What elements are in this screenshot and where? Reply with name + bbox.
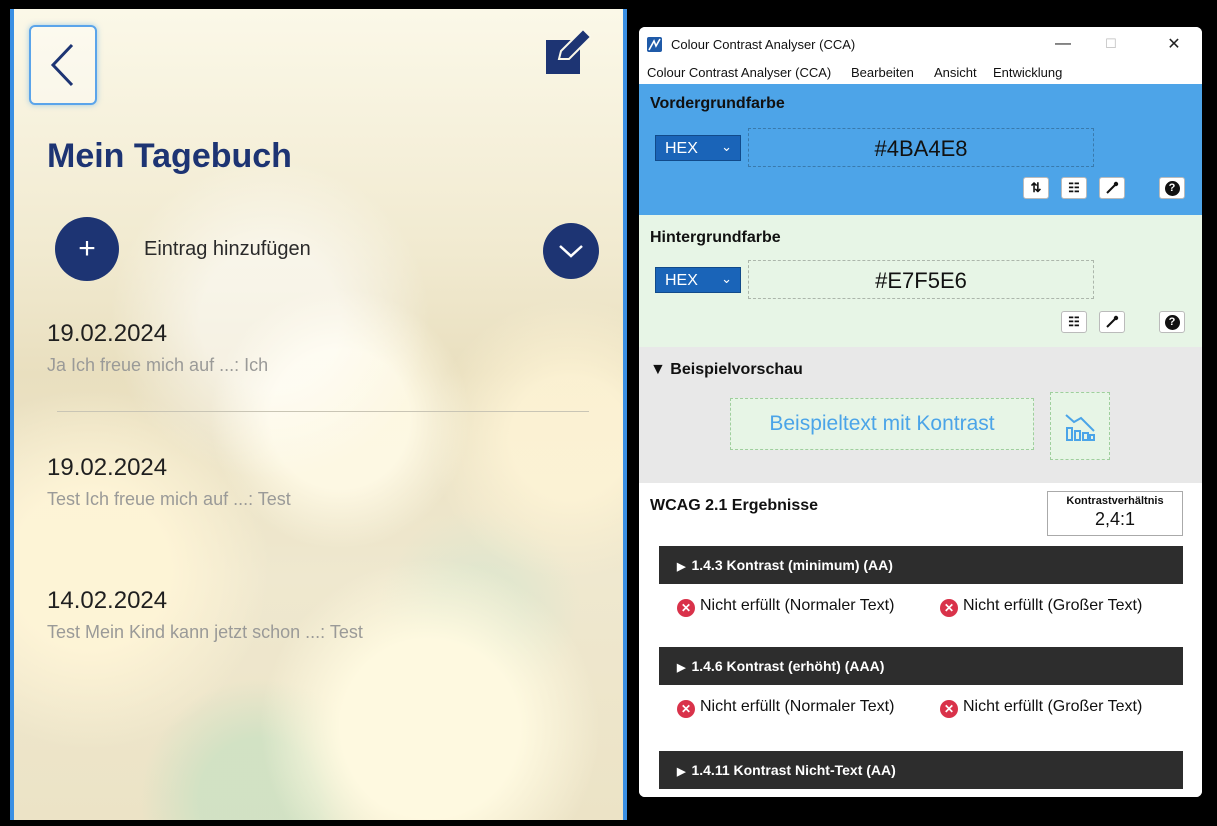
triangle-right-icon: ▶ (677, 561, 686, 573)
foreground-panel: Vordergrundfarbe HEX ⌄ #4BA4E8 ⇅ ☷ ? (639, 84, 1202, 215)
criterion-1-4-11-toggle[interactable]: ▶ 1.4.11 Kontrast Nicht-Text (AA) (659, 751, 1183, 789)
triangle-right-icon: ▶ (677, 662, 686, 674)
entry-summary: Test Ich freue mich auf ...: Test (47, 489, 291, 509)
foreground-title: Vordergrundfarbe (650, 95, 785, 112)
chevron-down-icon: ⌄ (721, 139, 732, 154)
results-title: WCAG 2.1 Ergebnisse (650, 497, 819, 514)
result-label: Nicht erfüllt (Großer Text) (963, 597, 1143, 614)
focus-border-left (10, 9, 14, 820)
preview-sample-icon (1050, 392, 1110, 460)
diary-app: Mein Tagebuch + Eintrag hinzufügen 19.02… (10, 9, 627, 820)
criterion-label: 1.4.11 Kontrast Nicht-Text (AA) (691, 762, 896, 778)
menu-ansicht[interactable]: Ansicht (934, 65, 977, 80)
help-icon: ? (1164, 180, 1180, 196)
entry-date: 19.02.2024 (47, 454, 168, 481)
result-label: Nicht erfüllt (Normaler Text) (700, 597, 895, 614)
background-panel: Hintergrundfarbe HEX ⌄ #E7F5E6 ☷ ? (639, 215, 1202, 347)
contrast-ratio-box: Kontrastverhältnis 2,4:1 (1047, 491, 1183, 536)
criterion-label: 1.4.6 Kontrast (erhöht) (AAA) (691, 658, 885, 674)
swap-icon: ⇅ (1030, 180, 1042, 195)
foreground-adjust-button[interactable]: ☷ (1061, 177, 1087, 199)
plus-icon: + (78, 232, 96, 265)
menu-cca[interactable]: Colour Contrast Analyser (CCA) (647, 65, 831, 80)
format-value: HEX (665, 140, 698, 157)
result-label: Nicht erfüllt (Großer Text) (963, 698, 1143, 715)
background-adjust-button[interactable]: ☷ (1061, 311, 1087, 333)
background-help-button[interactable]: ? (1159, 311, 1185, 333)
result-label: Nicht erfüllt (Normaler Text) (700, 698, 895, 715)
eyedropper-icon (1106, 315, 1119, 328)
background-picker-button[interactable] (1099, 311, 1125, 333)
close-button[interactable]: ✕ (1159, 33, 1189, 55)
menu-bearbeiten[interactable]: Bearbeiten (851, 65, 914, 80)
fail-icon: ✕ (940, 700, 958, 718)
page-title: Mein Tagebuch (47, 137, 292, 175)
minimize-button[interactable]: — (1048, 33, 1078, 55)
preview-toggle[interactable]: ▼ Beispielvorschau (650, 361, 803, 379)
sliders-icon: ☷ (1068, 180, 1080, 195)
expand-button[interactable] (543, 223, 599, 279)
menu-entwicklung[interactable]: Entwicklung (993, 65, 1062, 80)
criterion-1-4-3-toggle[interactable]: ▶ 1.4.3 Kontrast (minimum) (AA) (659, 546, 1183, 584)
sliders-icon: ☷ (1068, 314, 1080, 329)
chevron-down-icon: ⌄ (721, 271, 732, 286)
result-normal-text: ✕ Nicht erfüllt (Normaler Text) (677, 698, 917, 718)
preview-title: Beispielvorschau (670, 361, 803, 378)
preview-sample-text: Beispieltext mit Kontrast (730, 398, 1034, 450)
edit-icon (546, 27, 593, 74)
add-entry-button[interactable]: + (55, 217, 119, 281)
background-format-select[interactable]: HEX ⌄ (655, 267, 741, 293)
maximize-button[interactable]: ☐ (1096, 33, 1126, 55)
results-panel: WCAG 2.1 Ergebnisse Kontrastverhältnis 2… (639, 483, 1202, 797)
chevron-left-icon (50, 43, 74, 87)
preview-panel: ▼ Beispielvorschau Beispieltext mit Kont… (639, 347, 1202, 483)
window-title: Colour Contrast Analyser (CCA) (671, 37, 856, 52)
chart-icon (1065, 414, 1095, 441)
list-item[interactable]: 19.02.2024 Test Ich freue mich auf ...: … (47, 454, 291, 510)
foreground-format-select[interactable]: HEX ⌄ (655, 135, 741, 161)
background-title: Hintergrundfarbe (650, 229, 781, 246)
contrast-ratio-value: 2,4:1 (1094, 509, 1136, 529)
list-item[interactable]: 14.02.2024 Test Mein Kind kann jetzt sch… (47, 587, 363, 643)
swap-colors-button[interactable]: ⇅ (1023, 177, 1049, 199)
fail-icon: ✕ (677, 599, 695, 617)
criterion-label: 1.4.3 Kontrast (minimum) (AA) (691, 557, 893, 573)
cca-window: Colour Contrast Analyser (CCA) — ☐ ✕ Col… (639, 27, 1202, 797)
chevron-down-icon (559, 245, 583, 258)
foreground-hex-input[interactable]: #4BA4E8 (748, 128, 1094, 167)
menu-bar: Colour Contrast Analyser (CCA) Bearbeite… (639, 61, 1202, 84)
add-entry-label[interactable]: Eintrag hinzufügen (144, 238, 311, 261)
foreground-picker-button[interactable] (1099, 177, 1125, 199)
triangle-down-icon: ▼ (650, 361, 666, 378)
help-icon: ? (1164, 314, 1180, 330)
background-hex-input[interactable]: #E7F5E6 (748, 260, 1094, 299)
result-normal-text: ✕ Nicht erfüllt (Normaler Text) (677, 597, 917, 617)
format-value: HEX (665, 272, 698, 289)
criterion-1-4-6-toggle[interactable]: ▶ 1.4.6 Kontrast (erhöht) (AAA) (659, 647, 1183, 685)
cca-logo-icon (647, 37, 662, 52)
list-item[interactable]: 19.02.2024 Ja Ich freue mich auf ...: Ic… (47, 320, 268, 376)
fail-icon: ✕ (940, 599, 958, 617)
entry-summary: Test Mein Kind kann jetzt schon ...: Tes… (47, 622, 363, 642)
result-large-text: ✕ Nicht erfüllt (Großer Text) (940, 698, 1142, 718)
triangle-right-icon: ▶ (677, 766, 686, 778)
foreground-help-button[interactable]: ? (1159, 177, 1185, 199)
entry-date: 19.02.2024 (47, 320, 168, 347)
result-large-text: ✕ Nicht erfüllt (Großer Text) (940, 597, 1142, 617)
edit-button[interactable] (545, 27, 593, 75)
entry-date: 14.02.2024 (47, 587, 168, 614)
title-bar: Colour Contrast Analyser (CCA) — ☐ ✕ (639, 27, 1202, 61)
contrast-ratio-label: Kontrastverhältnis (1066, 495, 1164, 507)
focus-border-right (623, 9, 627, 820)
back-button[interactable] (29, 25, 97, 105)
fail-icon: ✕ (677, 700, 695, 718)
eyedropper-icon (1106, 181, 1119, 194)
entry-summary: Ja Ich freue mich auf ...: Ich (47, 355, 269, 375)
divider (57, 411, 589, 412)
